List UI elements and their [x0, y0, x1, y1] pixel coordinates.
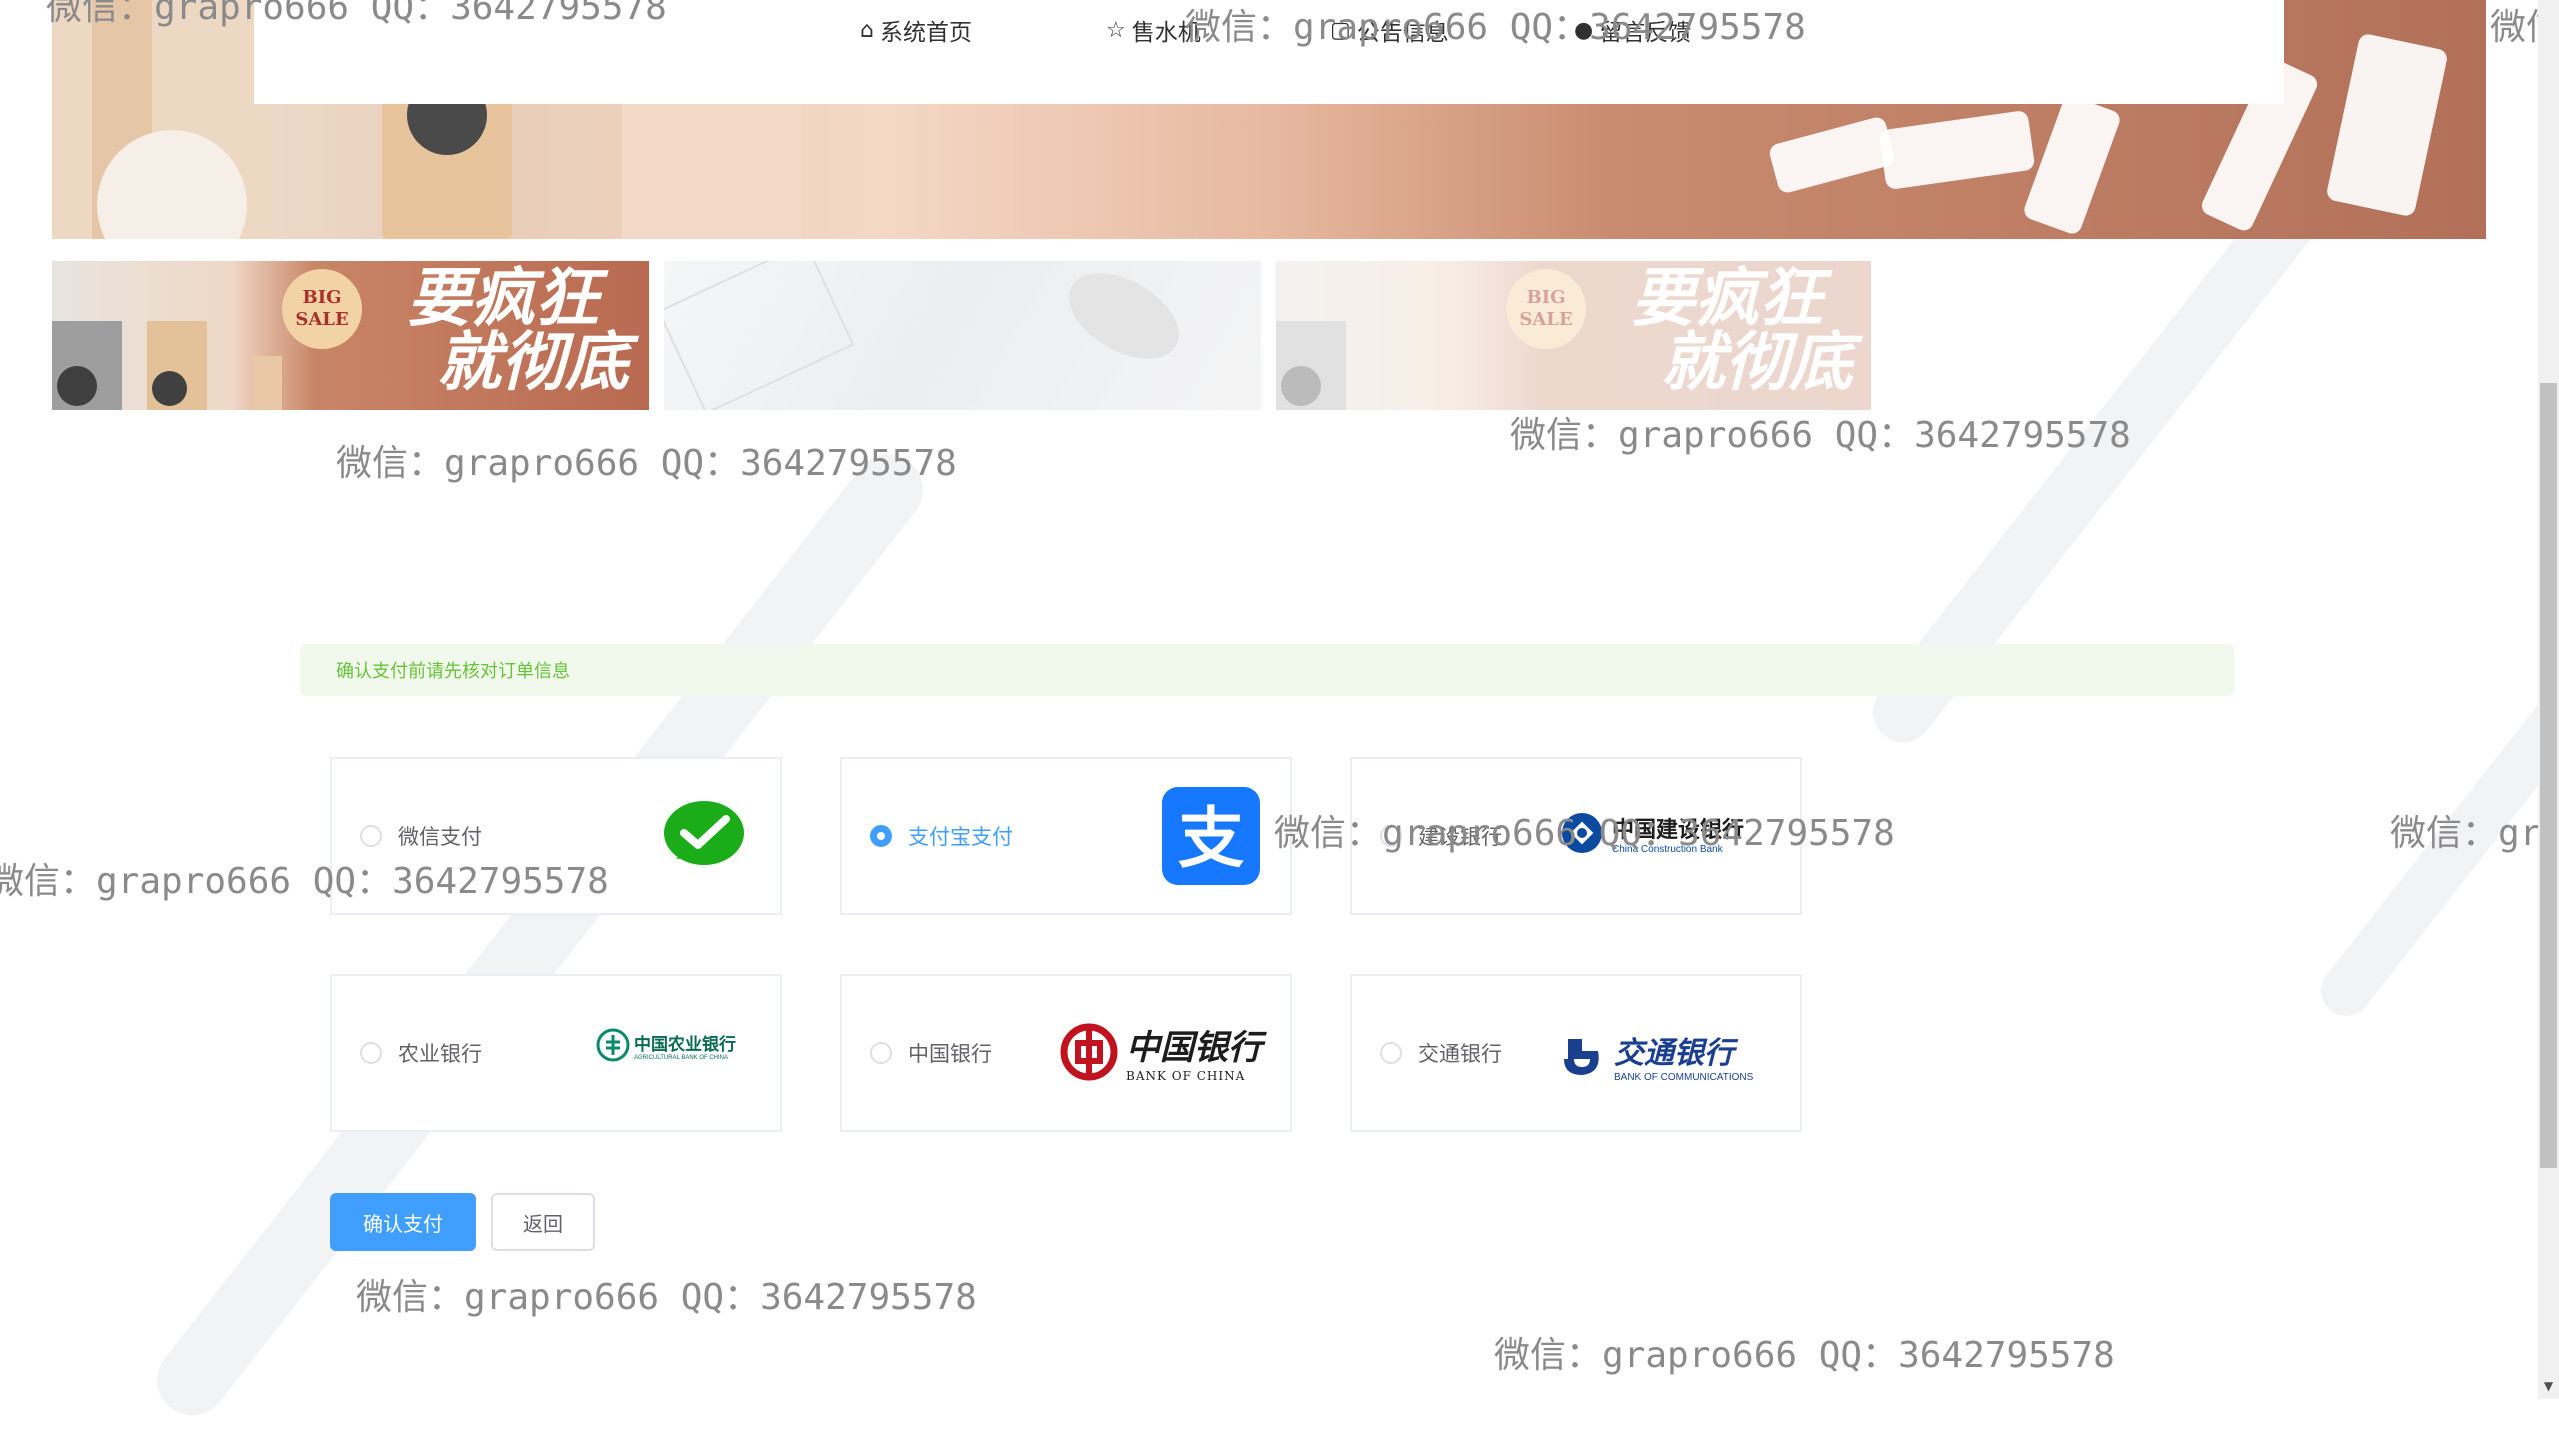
abc-logo-text: 中国农业银行: [634, 1034, 736, 1055]
boc-logo-text: 中国银行: [1126, 1028, 1262, 1068]
bocom-logo: 交通银行 BANK OF COMMUNICATIONS: [1560, 1028, 1753, 1083]
nav-feedback[interactable]: ● 留言反馈: [1574, 12, 1691, 48]
payment-option-label: 支付宝支付: [908, 825, 1013, 849]
radio-button[interactable]: [1380, 825, 1402, 847]
background-decoration: [2311, 664, 2559, 1026]
banner-slogan-line: 要疯狂: [1631, 261, 1823, 336]
confirm-payment-button[interactable]: 确认支付: [330, 1193, 476, 1251]
abc-logo-text-en: AGRICULTURAL BANK OF CHINA: [634, 1054, 729, 1061]
payment-option-alipay[interactable]: 支付宝支付 支: [840, 757, 1292, 915]
nav-announcements-label: 公告信息: [1356, 20, 1449, 46]
banner-slogan: 要疯狂 就彻底: [407, 267, 629, 395]
nav-water-machine[interactable]: ☆ 售水机: [1106, 12, 1201, 48]
home-icon: ⌂: [860, 17, 874, 43]
back-button[interactable]: 返回: [491, 1193, 595, 1251]
radio-button[interactable]: [1380, 1042, 1402, 1064]
order-check-alert: 确认支付前请先核对订单信息: [300, 644, 2234, 696]
banner-thumbnail-3[interactable]: BIG SALE 要疯狂 就彻底: [1276, 261, 1871, 410]
payment-option-label: 交通银行: [1418, 1042, 1502, 1066]
payment-option-label: 农业银行: [398, 1042, 482, 1066]
wechat-pay-icon: [662, 799, 746, 875]
big-sale-badge: BIG SALE: [1506, 269, 1586, 349]
payment-option-abc[interactable]: 农业银行 中国农业银行 AGRICULTURAL BANK OF CHINA: [330, 974, 782, 1132]
payment-option-label: 建设银行: [1418, 825, 1502, 849]
nav-home[interactable]: ⌂ 系统首页: [860, 12, 972, 48]
ccb-logo: 中国建设银行 China Construction Bank: [1560, 811, 1744, 855]
watermark-text: 微信：grapro666 QQ：3642795578: [356, 1277, 977, 1318]
watermark-text: 微信：grapro666 QQ：3642795578: [1494, 1335, 2115, 1376]
big-sale-badge: BIG SALE: [282, 269, 362, 349]
boc-logo-text-en: BANK OF CHINA: [1126, 1069, 1246, 1083]
notice-icon: ▢: [1330, 17, 1351, 43]
radio-button[interactable]: [870, 1042, 892, 1064]
big-sale-text: SALE: [295, 309, 349, 330]
back-button-label: 返回: [523, 1211, 563, 1236]
ccb-logo-text: 中国建设银行: [1612, 816, 1745, 843]
abc-logo: 中国农业银行 AGRICULTURAL BANK OF CHINA: [596, 1028, 736, 1062]
nav-water-machine-label: 售水机: [1131, 20, 1201, 46]
payment-option-ccb[interactable]: 建设银行 中国建设银行 China Construction Bank: [1350, 757, 1802, 915]
radio-button[interactable]: [360, 1042, 382, 1064]
banner-thumbnail-2[interactable]: [664, 261, 1261, 410]
alipay-icon: 支: [1162, 787, 1260, 889]
nav-feedback-label: 留言反馈: [1599, 20, 1692, 46]
bocom-logo-text: 交通银行: [1614, 1036, 1734, 1071]
radio-button[interactable]: [360, 825, 382, 847]
big-sale-text: BIG: [1526, 287, 1566, 308]
scroll-down-arrow-icon[interactable]: ▼: [2540, 1376, 2557, 1396]
boc-logo: 中国银行 BANK OF CHINA: [1060, 1020, 1262, 1083]
payment-option-bocom[interactable]: 交通银行 交通银行 BANK OF COMMUNICATIONS: [1350, 974, 1802, 1132]
radio-button-selected[interactable]: [870, 825, 892, 847]
alert-text: 确认支付前请先核对订单信息: [336, 661, 570, 682]
payment-option-label: 中国银行: [908, 1042, 992, 1066]
nav-home-label: 系统首页: [879, 20, 972, 46]
payment-option-wechat[interactable]: 微信支付: [330, 757, 782, 915]
watermark-text: 微信：grapro666 QQ：3642795578: [1510, 415, 2131, 456]
top-navigation: ⌂ 系统首页 ☆ 售水机 ▢ 公告信息 ● 留言反馈: [254, 0, 2284, 104]
payment-option-label: 微信支付: [398, 825, 482, 849]
banner-slogan: 要疯狂 就彻底: [1631, 267, 1853, 395]
scrollbar-thumb[interactable]: [2540, 383, 2557, 1168]
payment-option-boc[interactable]: 中国银行 中国银行 BANK OF CHINA: [840, 974, 1292, 1132]
nav-announcements[interactable]: ▢ 公告信息: [1330, 12, 1449, 48]
big-sale-text: BIG: [302, 287, 342, 308]
banner-thumbnail-1[interactable]: BIG SALE 要疯狂 就彻底: [52, 261, 649, 410]
banner-slogan-line: 要疯狂: [407, 261, 599, 336]
big-sale-text: SALE: [1519, 309, 1573, 330]
feedback-icon: ●: [1574, 17, 1594, 43]
ccb-logo-text-en: China Construction Bank: [1612, 843, 1723, 855]
star-icon: ☆: [1106, 17, 1126, 43]
background-decoration: [143, 440, 937, 1429]
banner-slogan-line: 就彻底: [1661, 325, 1853, 400]
banner-slogan-line: 就彻底: [437, 325, 629, 400]
confirm-payment-button-label: 确认支付: [363, 1211, 443, 1236]
svg-text:支: 支: [1178, 800, 1244, 877]
bocom-logo-text-en: BANK OF COMMUNICATIONS: [1614, 1072, 1754, 1083]
